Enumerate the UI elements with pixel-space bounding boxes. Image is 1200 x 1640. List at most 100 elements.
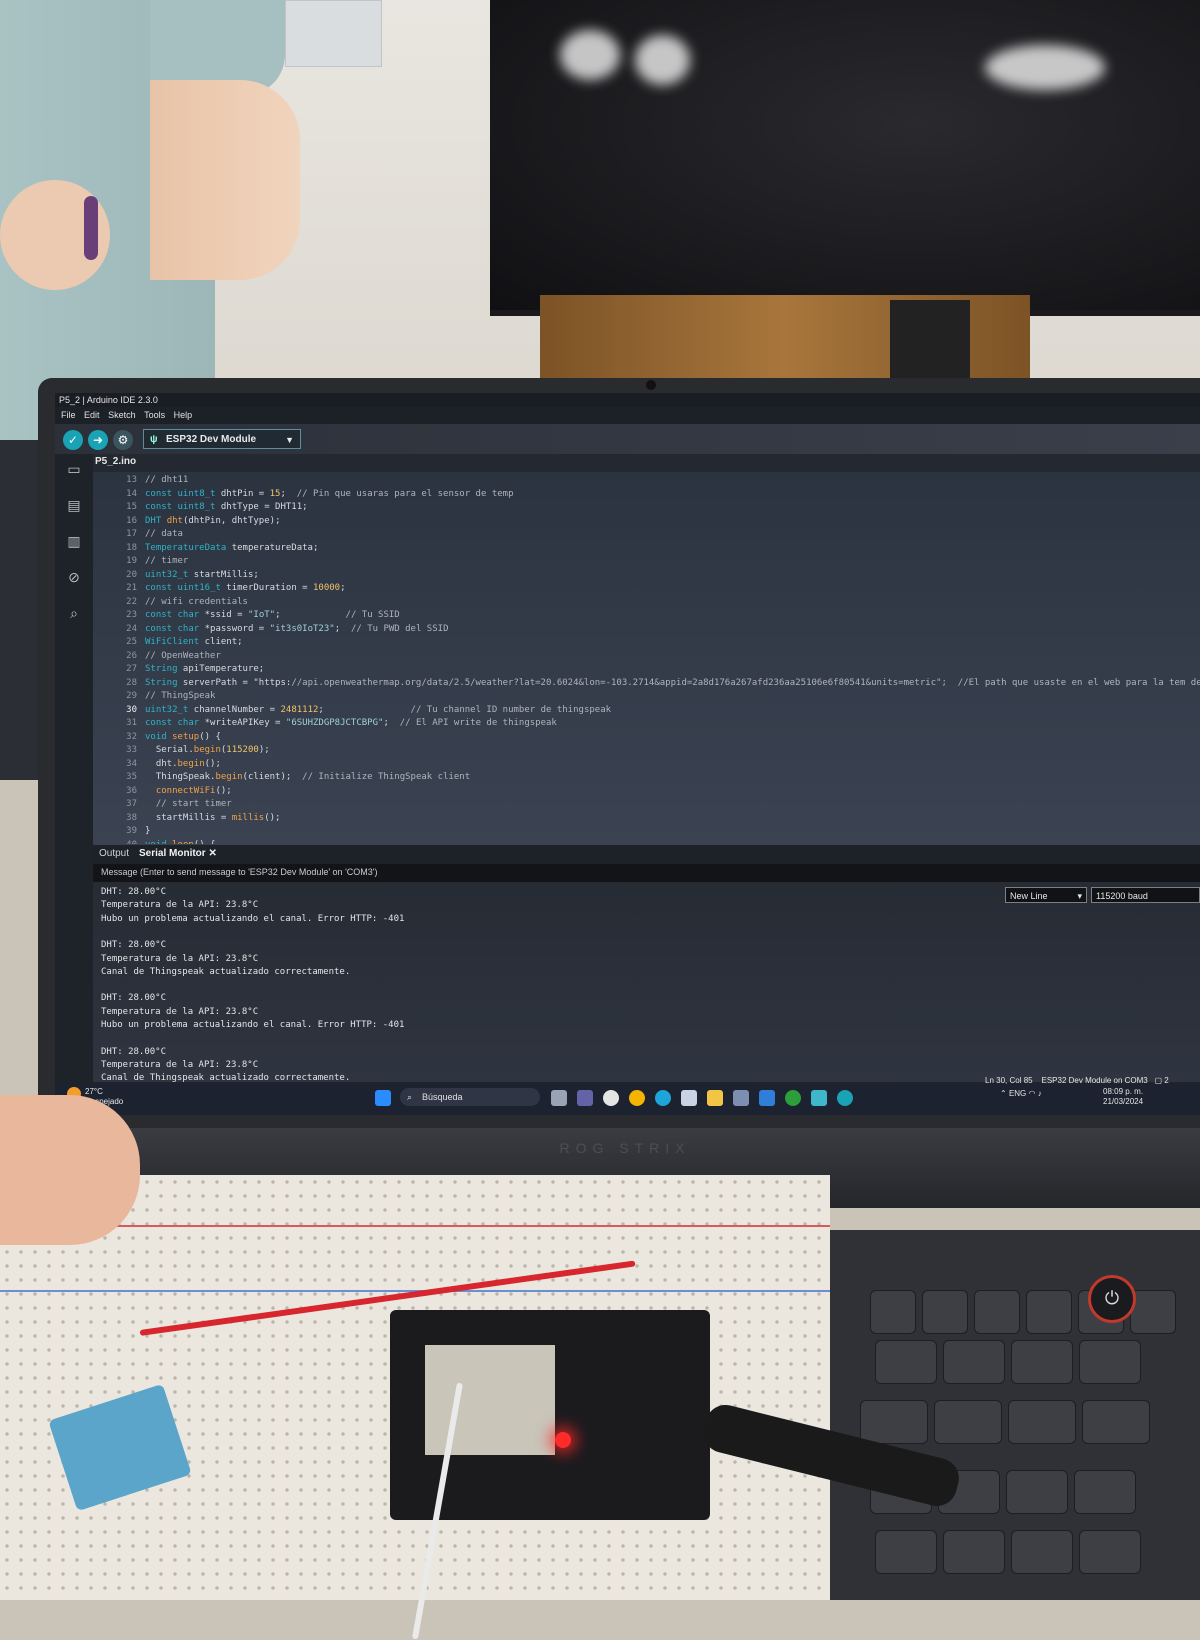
line-number: 13 <box>126 475 137 485</box>
code-line[interactable]: 34 dht.begin(); <box>93 758 1200 772</box>
line-number: 25 <box>126 637 137 647</box>
code-line[interactable]: 28 String serverPath = "https://api.openw… <box>93 677 1200 691</box>
menu-file[interactable]: File <box>61 410 76 420</box>
tab-serial-monitor[interactable]: Serial Monitor ✕ <box>139 848 217 859</box>
line-number: 29 <box>126 691 137 701</box>
serial-line: Temperatura de la API: 23.8°C <box>101 953 259 964</box>
code-line[interactable]: 16 DHT dht(dhtPin, dhtType); <box>93 515 1200 529</box>
menu-help[interactable]: Help <box>174 410 193 420</box>
teams-icon[interactable] <box>577 1090 593 1106</box>
ide-toolbar: ✓ ➜ ⚙ ψ ESP32 Dev Module ▼ <box>55 424 1200 454</box>
code-line[interactable]: 26 // OpenWeather <box>93 650 1200 664</box>
code-line[interactable]: 30 uint32_t channelNumber = 2481112; // T… <box>93 704 1200 718</box>
code-editor[interactable]: 13 // dht11 14 const uint8_t dhtPin = 15; /… <box>93 472 1200 844</box>
chrome-icon[interactable] <box>629 1090 645 1106</box>
edge-icon[interactable] <box>655 1090 671 1106</box>
file-explorer-icon[interactable] <box>707 1090 723 1106</box>
power-icon[interactable]: ⏻ <box>1088 1275 1136 1323</box>
code-line[interactable]: 29 // ThingSpeak <box>93 690 1200 704</box>
code-text: TemperatureData temperatureData; <box>145 542 319 553</box>
folder-icon[interactable]: ▭ <box>65 460 83 478</box>
chevron-down-icon: ▼ <box>285 435 294 445</box>
board-port[interactable]: ESP32 Dev Module on COM3 <box>1041 1076 1147 1085</box>
code-line[interactable]: 20 uint32_t startMillis; <box>93 569 1200 583</box>
cursor-position[interactable]: Ln 30, Col 85 <box>985 1076 1033 1085</box>
close-icon[interactable]: ✕ <box>208 848 216 859</box>
line-number: 19 <box>126 556 137 566</box>
line-ending-select[interactable]: New Line ▾ <box>1005 887 1087 903</box>
taskbar-search[interactable]: ⌕ Búsqueda <box>400 1088 540 1106</box>
file-tab[interactable]: P5_2.ino <box>95 456 136 467</box>
webcam <box>646 380 656 390</box>
code-line[interactable]: 21 const uint16_t timerDuration = 10000; <box>93 582 1200 596</box>
laptop-keyboard <box>780 1230 1200 1600</box>
chevron-up-icon[interactable]: ⌃ <box>1000 1089 1007 1098</box>
line-number: 20 <box>126 569 137 580</box>
serial-message-bar[interactable]: Message (Enter to send message to 'ESP32… <box>93 864 1200 882</box>
code-line[interactable]: 39} <box>93 825 1200 839</box>
code-text: WiFiClient client; <box>145 637 243 647</box>
keyboard-key <box>1011 1340 1073 1384</box>
start-icon[interactable] <box>375 1090 391 1106</box>
menu-tools[interactable]: Tools <box>144 410 165 420</box>
serial-message-input[interactable]: Message (Enter to send message to 'ESP32… <box>101 867 378 877</box>
code-text: connectWiFi(); <box>155 785 232 796</box>
debug-button[interactable]: ⚙ <box>113 430 133 450</box>
menu-edit[interactable]: Edit <box>84 410 100 420</box>
boards-manager-icon[interactable]: ▤ <box>65 496 83 514</box>
code-line[interactable]: 36 connectWiFi(); <box>93 785 1200 799</box>
upload-button[interactable]: ➜ <box>88 430 108 450</box>
xbox-icon[interactable] <box>785 1090 801 1106</box>
app-icon[interactable] <box>811 1090 827 1106</box>
code-line[interactable]: 27 String apiTemperature; <box>93 663 1200 677</box>
code-line[interactable]: 33 Serial.begin(115200); <box>93 744 1200 758</box>
wifi-icon[interactable]: ◠ <box>1029 1089 1036 1098</box>
search-icon: ⌕ <box>407 1092 413 1102</box>
board-name: ESP32 Dev Module <box>166 434 257 445</box>
language-indicator[interactable]: ENG <box>1009 1089 1026 1098</box>
volume-icon[interactable]: ♪ <box>1038 1089 1042 1098</box>
search-icon[interactable]: ⌕ <box>65 604 83 622</box>
baud-rate-select[interactable]: 115200 baud <box>1091 887 1200 903</box>
library-manager-icon[interactable]: ▥ <box>65 532 83 550</box>
menu-sketch[interactable]: Sketch <box>108 410 136 420</box>
code-line[interactable]: 38 startMillis = millis(); <box>93 812 1200 826</box>
debug-panel-icon[interactable]: ⊘ <box>65 568 83 586</box>
code-text: const uint8_t dhtPin = 15; // Pin que us… <box>145 488 514 499</box>
clock-time: 08:09 p. m. <box>1103 1087 1144 1096</box>
code-line[interactable]: 19 // timer <box>93 555 1200 569</box>
code-line[interactable]: 25 WiFiClient client; <box>93 636 1200 650</box>
taskbar-clock[interactable]: 08:09 p. m. 21/03/2024 <box>1103 1087 1143 1107</box>
verify-button[interactable]: ✓ <box>63 430 83 450</box>
code-line[interactable]: 15 const uint8_t dhtType = DHT11; <box>93 501 1200 515</box>
line-number: 30 <box>126 704 137 715</box>
board-selector[interactable]: ψ ESP32 Dev Module ▼ <box>143 429 301 449</box>
serial-line: Temperatura de la API: 23.8°C <box>101 1006 259 1017</box>
code-line[interactable]: 24 const char *password = "it3s0IoT23"; /… <box>93 623 1200 637</box>
code-line[interactable]: 14 const uint8_t dhtPin = 15; // Pin que … <box>93 488 1200 502</box>
tab-output[interactable]: Output <box>99 848 129 859</box>
app-icon[interactable] <box>733 1090 749 1106</box>
code-line[interactable]: 23 const char *ssid = "IoT"; // Tu SSID <box>93 609 1200 623</box>
code-line[interactable]: 17 // data <box>93 528 1200 542</box>
app-icon[interactable] <box>603 1090 619 1106</box>
code-line[interactable]: 13 // dht11 <box>93 474 1200 488</box>
keyboard-key <box>875 1340 937 1384</box>
code-text: String apiTemperature; <box>145 664 265 674</box>
code-line[interactable]: 18 TemperatureData temperatureData; <box>93 542 1200 556</box>
code-line[interactable]: 35 ThingSpeak.begin(client); // Initiali… <box>93 771 1200 785</box>
task-view-icon[interactable] <box>551 1090 567 1106</box>
code-line[interactable]: 31 const char *writeAPIKey = "6SUHZDGP8JC… <box>93 717 1200 731</box>
store-icon[interactable] <box>681 1090 697 1106</box>
code-line[interactable]: 22 // wifi credentials <box>93 596 1200 610</box>
code-line[interactable]: 37 // start timer <box>93 798 1200 812</box>
code-line[interactable]: 32 void setup() { <box>93 731 1200 745</box>
keyboard-key <box>922 1290 968 1334</box>
vscode-icon[interactable] <box>759 1090 775 1106</box>
line-number: 34 <box>126 758 137 769</box>
code-text: // OpenWeather <box>145 650 221 661</box>
system-tray[interactable]: ⌃ ENG ◠ ♪ <box>1000 1089 1042 1098</box>
esp32-power-led <box>555 1432 571 1448</box>
arduino-icon[interactable] <box>837 1090 853 1106</box>
notification-bell-icon[interactable]: ▢ <box>1154 1076 1162 1085</box>
